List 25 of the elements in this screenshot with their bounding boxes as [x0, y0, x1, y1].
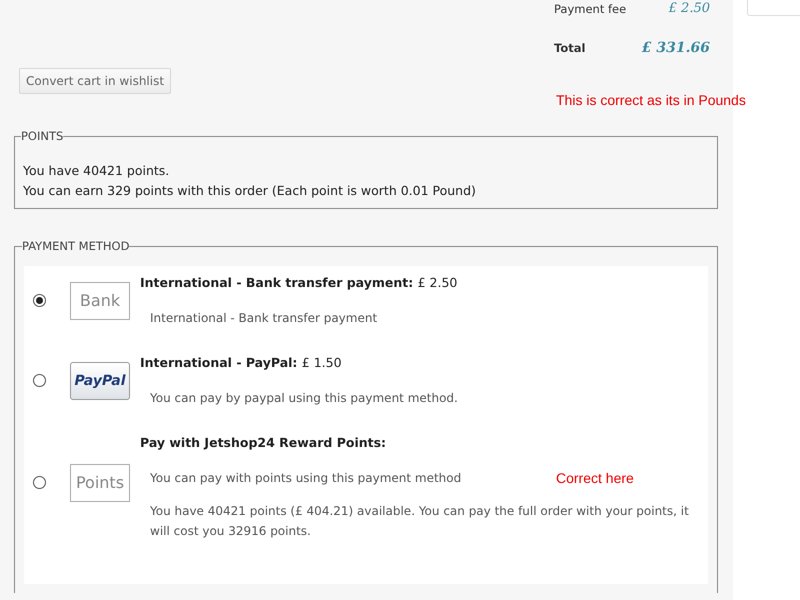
method-description: You can pay by paypal using this payment method. [149, 390, 458, 407]
method-description: International - Bank transfer payment [149, 310, 378, 327]
points-text: You can earn 329 points with this order (Each point is worth 0.01 Pound) [23, 182, 477, 200]
total-amount: £ 2.50 [668, 0, 710, 18]
section-legend: POINTS [21, 129, 64, 143]
panel-edge [747, 0, 800, 16]
radio-button[interactable] [33, 374, 46, 387]
total-label: Payment fee [554, 1, 628, 18]
convert-to-wishlist-button[interactable]: Convert cart in wishlist [19, 68, 172, 94]
annotation-note: This is correct as its in Pounds [556, 92, 746, 108]
bank-logo: Bank [70, 282, 130, 320]
radio-button[interactable] [33, 294, 46, 307]
method-title: Pay with Jetshop24 Reward Points: [140, 434, 388, 452]
points-details-text: You have 40421 points (£ 404.21) available. You can pay the full order with your points, it will cost you 32916 points. [149, 503, 690, 540]
section-legend: PAYMENT METHOD [22, 239, 130, 253]
paypal-logo: PayPal [70, 362, 130, 400]
total-label: Total [554, 40, 586, 57]
annotation-note: Correct here [556, 470, 634, 486]
radio-button[interactable] [33, 476, 46, 489]
method-title: International - PayPal: £ 1.50 [140, 354, 343, 372]
method-title: International - Bank transfer payment: £ 2.50 [140, 274, 458, 292]
method-description: You can pay with points using this payment method [149, 470, 462, 487]
total-amount: £ 331.66 [642, 39, 710, 57]
points-text: You have 40421 points. [23, 162, 170, 180]
points-logo: Points [70, 464, 130, 502]
